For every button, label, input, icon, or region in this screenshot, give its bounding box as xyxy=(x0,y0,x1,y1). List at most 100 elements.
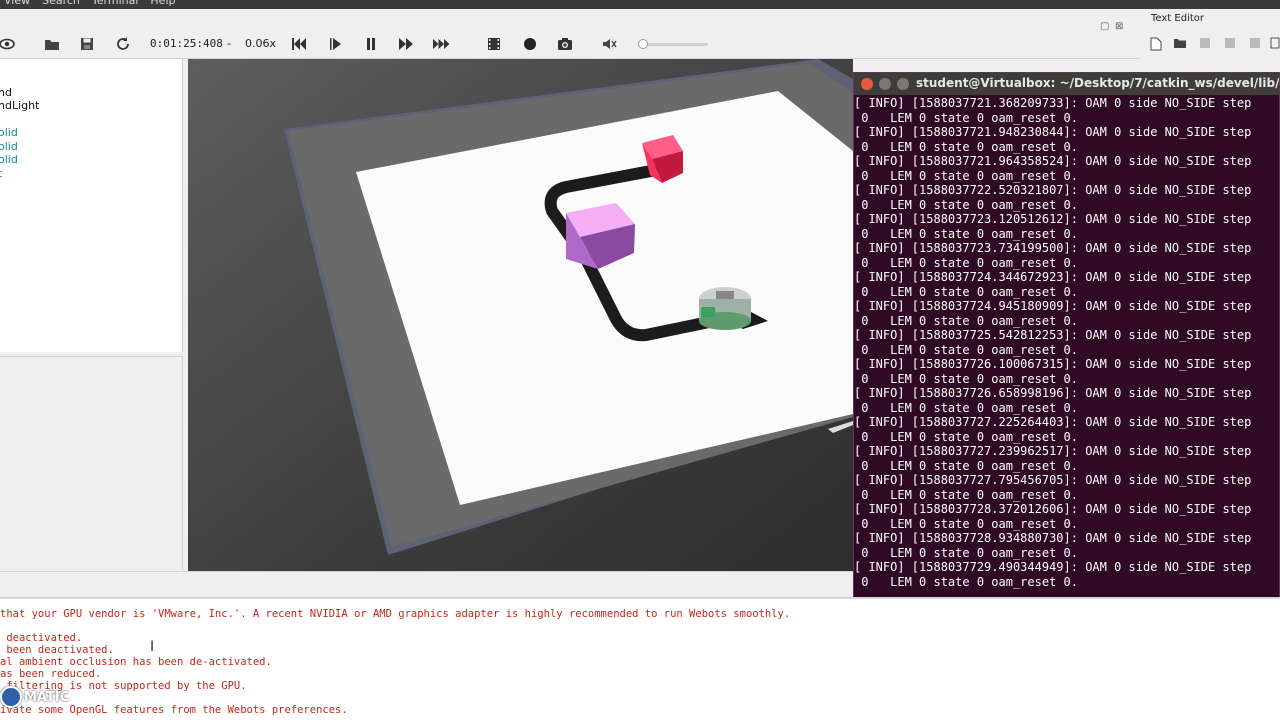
terminal-line: 0 LEM 0 state 0 oam_reset 0. xyxy=(854,545,1078,560)
camera-icon[interactable] xyxy=(556,35,574,53)
close-icon[interactable] xyxy=(861,78,873,90)
open-file-icon[interactable] xyxy=(1173,37,1187,52)
folder-icon[interactable] xyxy=(43,35,61,53)
console-divider xyxy=(0,598,1280,599)
terminal-line: [ INFO] [1588037722.520321807]: OAM 0 si… xyxy=(854,183,1252,197)
console-line: al ambient occlusion has been de-activat… xyxy=(0,656,272,668)
terminal-line: [ INFO] [1588037727.239962517]: OAM 0 si… xyxy=(854,444,1252,458)
tree-item-label: ndLight xyxy=(0,99,40,112)
terminal-line: 0 LEM 0 state 0 oam_reset 0. xyxy=(854,342,1078,357)
webots-toolbar: 0:01:25:408 - 0.06x ▢ ⊠ xyxy=(0,9,1140,59)
watermark: MATIC xyxy=(0,686,69,708)
simulation-speed: - 0.06x xyxy=(227,35,276,53)
record-icon[interactable] xyxy=(521,35,539,53)
terminal-line: [ INFO] [1588037726.100067315]: OAM 0 si… xyxy=(854,357,1252,371)
save-icon[interactable] xyxy=(78,35,96,53)
menu-item-terminal[interactable]: Terminal xyxy=(92,0,139,8)
terminal-line: [ INFO] [1588037724.344672923]: OAM 0 si… xyxy=(854,270,1252,284)
save-file-icon[interactable] xyxy=(1199,37,1211,52)
pause-icon[interactable] xyxy=(362,35,380,53)
save-all-icon[interactable] xyxy=(1249,37,1261,52)
terminal-line: 0 LEM 0 state 0 oam_reset 0. xyxy=(854,400,1078,415)
rewind-icon[interactable] xyxy=(290,35,308,53)
terminal-line: [ INFO] [1588037727.225264403]: OAM 0 si… xyxy=(854,415,1252,429)
terminal-titlebar[interactable]: student@Virtualbox: ~/Desktop/7/catkin_w… xyxy=(854,73,1280,95)
terminal-line: 0 LEM 0 state 0 oam_reset 0. xyxy=(854,429,1078,444)
terminal-line: 0 LEM 0 state 0 oam_reset 0. xyxy=(854,313,1078,328)
terminal-line: 0 LEM 0 state 0 oam_reset 0. xyxy=(854,197,1078,212)
terminal-line: [ INFO] [1588037721.964358524]: OAM 0 si… xyxy=(854,154,1252,168)
save-as-icon[interactable] xyxy=(1224,37,1236,52)
terminal-line: [ INFO] [1588037723.120512612]: OAM 0 si… xyxy=(854,212,1252,226)
3d-view[interactable] xyxy=(188,59,853,571)
console-line: been deactivated. xyxy=(0,644,114,656)
screen: View Search Terminal Help 0:01:25:408 - 0.0… xyxy=(0,0,1280,720)
speaker-icon[interactable] xyxy=(600,35,618,53)
new-file-icon[interactable] xyxy=(1150,37,1162,54)
terminal-line: 0 LEM 0 state 0 oam_reset 0. xyxy=(854,458,1078,473)
maximize-icon[interactable] xyxy=(897,78,909,90)
terminal-line: [ INFO] [1588037721.948230844]: OAM 0 si… xyxy=(854,125,1252,139)
record-movie-icon[interactable] xyxy=(485,35,503,53)
terminal-line: 0 LEM 0 state 0 oam_reset 0. xyxy=(854,487,1078,502)
fast-forward-icon[interactable] xyxy=(432,35,450,53)
terminal-line: [ INFO] [1588037727.795456705]: OAM 0 si… xyxy=(854,473,1252,487)
tree-item-robot[interactable]: t xyxy=(0,167,2,181)
tree-item-solid-1[interactable]: olid xyxy=(0,126,18,140)
tree-item-background-light[interactable]: ndLight xyxy=(0,99,39,113)
watermark-logo-icon xyxy=(0,686,22,708)
tree-item-label: olid xyxy=(0,140,18,153)
tree-item-background[interactable]: nd xyxy=(0,86,12,100)
terminal-line: 0 LEM 0 state 0 oam_reset 0. xyxy=(854,284,1078,299)
text-editor-header: Text Editor xyxy=(1140,9,1280,59)
console-line: deactivated. xyxy=(0,632,83,644)
play-icon[interactable] xyxy=(327,35,345,53)
tree-item-solid-3[interactable]: olid xyxy=(0,153,18,167)
terminal-line: 0 LEM 0 state 0 oam_reset 0. xyxy=(854,574,1078,589)
toggle-icon[interactable] xyxy=(1270,37,1280,52)
text-cursor-icon: I xyxy=(150,639,155,655)
tree-item-label: olid xyxy=(0,126,18,139)
robot-sensor xyxy=(716,291,734,299)
terminal-line: 0 LEM 0 state 0 oam_reset 0. xyxy=(854,516,1078,531)
terminal-window[interactable]: student@Virtualbox: ~/Desktop/7/catkin_w… xyxy=(853,72,1280,600)
terminal-line: [ INFO] [1588037723.734199500]: OAM 0 si… xyxy=(854,241,1252,255)
system-menubar: View Search Terminal Help xyxy=(0,0,1280,9)
terminal-title: student@Virtualbox: ~/Desktop/7/catkin_w… xyxy=(916,76,1280,90)
field-editor-panel xyxy=(0,356,183,570)
terminal-line: 0 LEM 0 state 0 oam_reset 0. xyxy=(854,371,1078,386)
restore-icon[interactable]: ▢ xyxy=(1100,21,1109,32)
terminal-line: 0 LEM 0 state 0 oam_reset 0. xyxy=(854,168,1078,183)
minimize-icon[interactable] xyxy=(879,78,891,90)
terminal-line: 0 LEM 0 state 0 oam_reset 0. xyxy=(854,110,1078,125)
reload-icon[interactable] xyxy=(114,35,132,53)
robot-wheel xyxy=(701,307,715,317)
menu-item-view[interactable]: View xyxy=(4,0,30,8)
terminal-line: 0 LEM 0 state 0 oam_reset 0. xyxy=(854,226,1078,241)
terminal-line: [ INFO] [1588037728.934880730]: OAM 0 si… xyxy=(854,531,1252,545)
simulation-time: 0:01:25:408 xyxy=(150,37,223,50)
menu-item-search[interactable]: Search xyxy=(42,0,80,8)
terminal-line: [ INFO] [1588037721.368209733]: OAM 0 si… xyxy=(854,96,1252,110)
scene-tree: nd ndLight olid olid olid t xyxy=(0,59,183,352)
volume-slider-track xyxy=(638,43,708,46)
time-separator: - xyxy=(227,37,231,50)
eye-icon[interactable] xyxy=(0,35,16,53)
step-icon[interactable] xyxy=(397,35,415,53)
volume-slider-handle[interactable] xyxy=(638,39,648,49)
tree-item-solid-2[interactable]: olid xyxy=(0,140,18,154)
tree-item-label: olid xyxy=(0,153,18,166)
terminal-line: 0 LEM 0 state 0 oam_reset 0. xyxy=(854,255,1078,270)
console-line: that your GPU vendor is 'VMware, Inc.'. … xyxy=(0,608,791,620)
terminal-line: [ INFO] [1588037729.490344949]: OAM 0 si… xyxy=(854,560,1252,574)
terminal-line: [ INFO] [1588037726.658998196]: OAM 0 si… xyxy=(854,386,1252,400)
panel-separator[interactable] xyxy=(0,571,853,597)
webots-console[interactable]: that your GPU vendor is 'VMware, Inc.'. … xyxy=(0,597,1280,720)
menu-item-help[interactable]: Help xyxy=(150,0,175,8)
terminal-line: [ INFO] [1588037728.372012606]: OAM 0 si… xyxy=(854,502,1252,516)
terminal-output[interactable]: [ INFO] [1588037721.368209733]: OAM 0 si… xyxy=(854,96,1279,589)
volume-slider[interactable] xyxy=(638,39,708,49)
text-editor-title: Text Editor xyxy=(1151,13,1204,24)
close-panel-icon[interactable]: ⊠ xyxy=(1115,21,1123,32)
watermark-text: MATIC xyxy=(24,689,70,705)
